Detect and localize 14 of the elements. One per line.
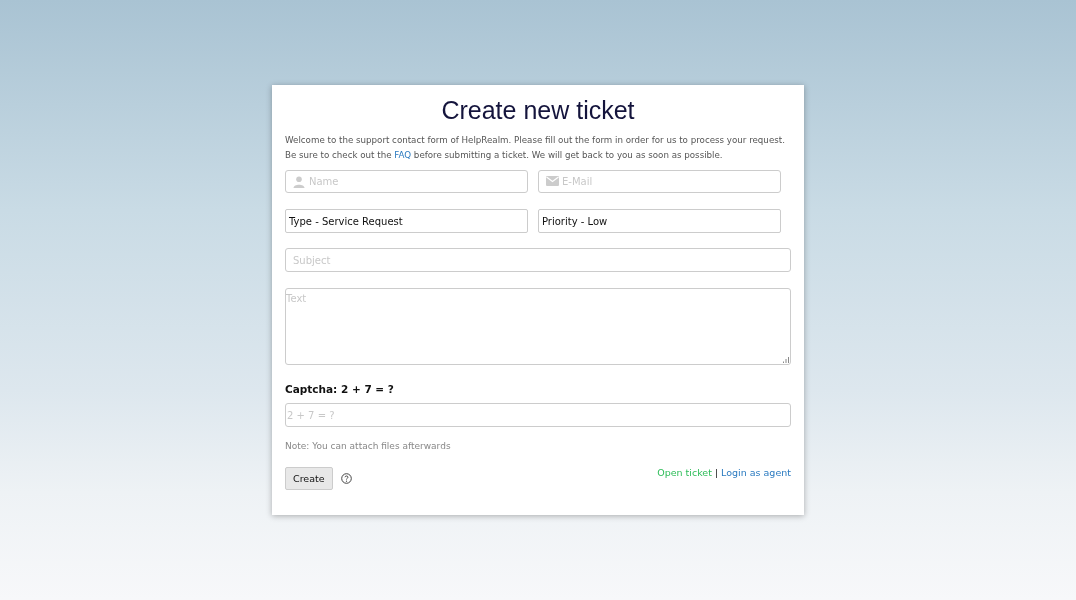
resize-grip-icon[interactable] <box>783 357 789 363</box>
note-text: Note: You can attach files afterwards <box>285 441 452 451</box>
create-button[interactable]: Create <box>285 467 333 490</box>
link-separator: | <box>714 467 719 478</box>
form-title: Create new ticket <box>441 95 635 125</box>
select-field[interactable]: Priority - Low <box>538 209 781 233</box>
intro-paragraph: Welcome to the support contact form of HelpRealm. Please fill out the form in order for us to process your request. Be sure to check out the FAQ before submitting a ticket. We will get back to you as soon as possible. <box>285 134 786 162</box>
person-icon <box>293 176 305 188</box>
faq-link[interactable]: FAQ <box>394 150 412 160</box>
captcha-label: Captcha: 2 + 7 = ? <box>285 383 395 395</box>
help-icon[interactable] <box>340 473 352 484</box>
login-agent-link[interactable]: Login as agent <box>721 467 791 478</box>
select-field[interactable]: Type - Service Request <box>285 209 528 233</box>
envelope-icon <box>546 176 559 186</box>
